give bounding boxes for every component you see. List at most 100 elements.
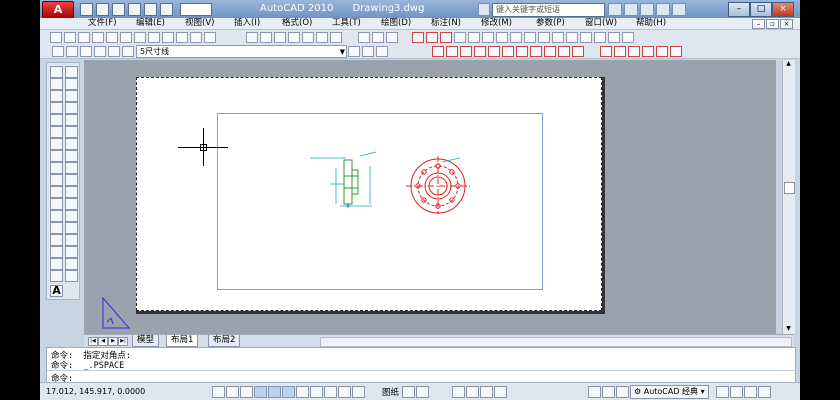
- application-menu-button[interactable]: A: [42, 1, 74, 19]
- help-icon[interactable]: [672, 3, 686, 16]
- annotation-visibility-icon[interactable]: [616, 386, 629, 398]
- standard-toolbar-button[interactable]: [566, 32, 578, 43]
- scroll-thumb[interactable]: [784, 182, 795, 194]
- lineweight-icon[interactable]: [338, 386, 351, 398]
- showmotion-icon[interactable]: [494, 386, 507, 398]
- modify-tool-button[interactable]: [65, 258, 78, 270]
- standard-toolbar-button[interactable]: [386, 32, 398, 43]
- standard-toolbar-button[interactable]: [64, 32, 76, 43]
- communication-center-icon[interactable]: [640, 3, 654, 16]
- standard-toolbar-button[interactable]: [426, 32, 438, 43]
- draw-tool-button[interactable]: [50, 246, 63, 258]
- layout-viewport[interactable]: [217, 113, 543, 290]
- steering-wheel-icon[interactable]: [480, 386, 493, 398]
- menu-window[interactable]: 窗口(W): [585, 18, 617, 29]
- standard-toolbar-button[interactable]: [148, 32, 160, 43]
- modify-toolbar-button[interactable]: [544, 46, 556, 57]
- standard-toolbar-button[interactable]: [204, 32, 216, 43]
- modify-tool-button[interactable]: [65, 210, 78, 222]
- isolate-objects-icon[interactable]: [744, 386, 757, 398]
- scroll-up-arrow-icon[interactable]: ▲: [784, 60, 793, 69]
- standard-toolbar-button[interactable]: [496, 32, 508, 43]
- standard-toolbar-button[interactable]: [594, 32, 606, 43]
- modify-tool-button[interactable]: [65, 150, 78, 162]
- standard-toolbar-button[interactable]: [162, 32, 174, 43]
- standard-toolbar-button[interactable]: [92, 32, 104, 43]
- modify-toolbar-button[interactable]: [656, 46, 668, 57]
- standard-toolbar-button[interactable]: [524, 32, 536, 43]
- draw-tool-button[interactable]: [50, 210, 63, 222]
- draw-tool-button[interactable]: [50, 138, 63, 150]
- modify-toolbar-button[interactable]: [642, 46, 654, 57]
- tab-model[interactable]: 模型: [132, 335, 160, 347]
- modify-toolbar-button[interactable]: [474, 46, 486, 57]
- standard-toolbar-button[interactable]: [302, 32, 314, 43]
- multiline-text-icon[interactable]: A: [50, 285, 63, 297]
- menu-modify[interactable]: 修改(M): [481, 18, 512, 29]
- modify-tool-button[interactable]: [65, 246, 78, 258]
- modify-tool-button[interactable]: [65, 270, 78, 282]
- draw-tool-button[interactable]: [50, 66, 63, 78]
- standard-toolbar-button[interactable]: [288, 32, 300, 43]
- modify-toolbar-button[interactable]: [670, 46, 682, 57]
- standard-toolbar-button[interactable]: [190, 32, 202, 43]
- modify-toolbar-button[interactable]: [460, 46, 472, 57]
- modify-tool-button[interactable]: [65, 114, 78, 126]
- standard-toolbar-button[interactable]: [358, 32, 370, 43]
- menu-tools[interactable]: 工具(T): [332, 18, 361, 29]
- maximize-button[interactable]: □: [750, 2, 772, 17]
- make-object-layer-current-icon[interactable]: [348, 46, 360, 57]
- last-tab-icon[interactable]: ▶|: [118, 337, 128, 346]
- minimize-button[interactable]: –: [728, 2, 750, 17]
- draw-tool-button[interactable]: [50, 114, 63, 126]
- snap-mode-icon[interactable]: [226, 386, 239, 398]
- save-icon[interactable]: [112, 3, 125, 16]
- horizontal-scrollbar[interactable]: [320, 337, 792, 347]
- doc-close-button[interactable]: ×: [780, 19, 793, 29]
- vertical-scrollbar[interactable]: ▲ ▼: [782, 60, 795, 334]
- draw-tool-button[interactable]: [50, 102, 63, 114]
- standard-toolbar-button[interactable]: [106, 32, 118, 43]
- draw-tool-button[interactable]: [50, 150, 63, 162]
- pan-icon[interactable]: [452, 386, 465, 398]
- scroll-down-arrow-icon[interactable]: ▼: [784, 325, 793, 334]
- binoculars-search-icon[interactable]: [608, 3, 622, 16]
- redo-icon[interactable]: [160, 3, 173, 16]
- standard-toolbar-button[interactable]: [482, 32, 494, 43]
- modify-tool-button[interactable]: [65, 102, 78, 114]
- modify-tool-button[interactable]: [65, 78, 78, 90]
- tab-layout1[interactable]: 布局1: [166, 335, 199, 347]
- hardware-acceleration-icon[interactable]: [730, 386, 743, 398]
- modify-toolbar-button[interactable]: [432, 46, 444, 57]
- draw-tool-button[interactable]: [50, 234, 63, 246]
- standard-toolbar-button[interactable]: [468, 32, 480, 43]
- modify-tool-button[interactable]: [65, 186, 78, 198]
- menu-insert[interactable]: 插入(I): [234, 18, 260, 29]
- help-search-input[interactable]: 键入关键字或短语: [492, 3, 605, 17]
- modify-tool-button[interactable]: [65, 222, 78, 234]
- standard-toolbar-button[interactable]: [134, 32, 146, 43]
- standard-toolbar-button[interactable]: [176, 32, 188, 43]
- modify-tool-button[interactable]: [65, 90, 78, 102]
- standard-toolbar-button[interactable]: [608, 32, 620, 43]
- previous-tab-icon[interactable]: ◀: [98, 337, 108, 346]
- open-icon[interactable]: [96, 3, 109, 16]
- standard-toolbar-button[interactable]: [316, 32, 328, 43]
- annotation-scale-icon[interactable]: [602, 386, 615, 398]
- layer-previous-icon[interactable]: [362, 46, 374, 57]
- tab-layout2[interactable]: 布局2: [208, 335, 241, 347]
- menu-edit[interactable]: 编辑(E): [136, 18, 165, 29]
- ortho-mode-icon[interactable]: [254, 386, 267, 398]
- standard-toolbar-button[interactable]: [412, 32, 424, 43]
- modify-tool-button[interactable]: [65, 234, 78, 246]
- layer-color-icon[interactable]: [108, 46, 120, 57]
- coordinate-readout[interactable]: 17.012, 145.917, 0.0000: [46, 387, 145, 396]
- search-toggle-icon[interactable]: [478, 3, 490, 16]
- subscription-icon[interactable]: [624, 3, 638, 16]
- menu-file[interactable]: 文件(F): [88, 18, 117, 29]
- command-line-window[interactable]: 命令: 指定对角点: 命令: _.PSPACE 命令:: [46, 347, 796, 384]
- menu-draw[interactable]: 绘图(D): [381, 18, 411, 29]
- close-button[interactable]: ×: [772, 2, 794, 17]
- modify-toolbar-button[interactable]: [530, 46, 542, 57]
- clean-screen-icon[interactable]: [758, 386, 771, 398]
